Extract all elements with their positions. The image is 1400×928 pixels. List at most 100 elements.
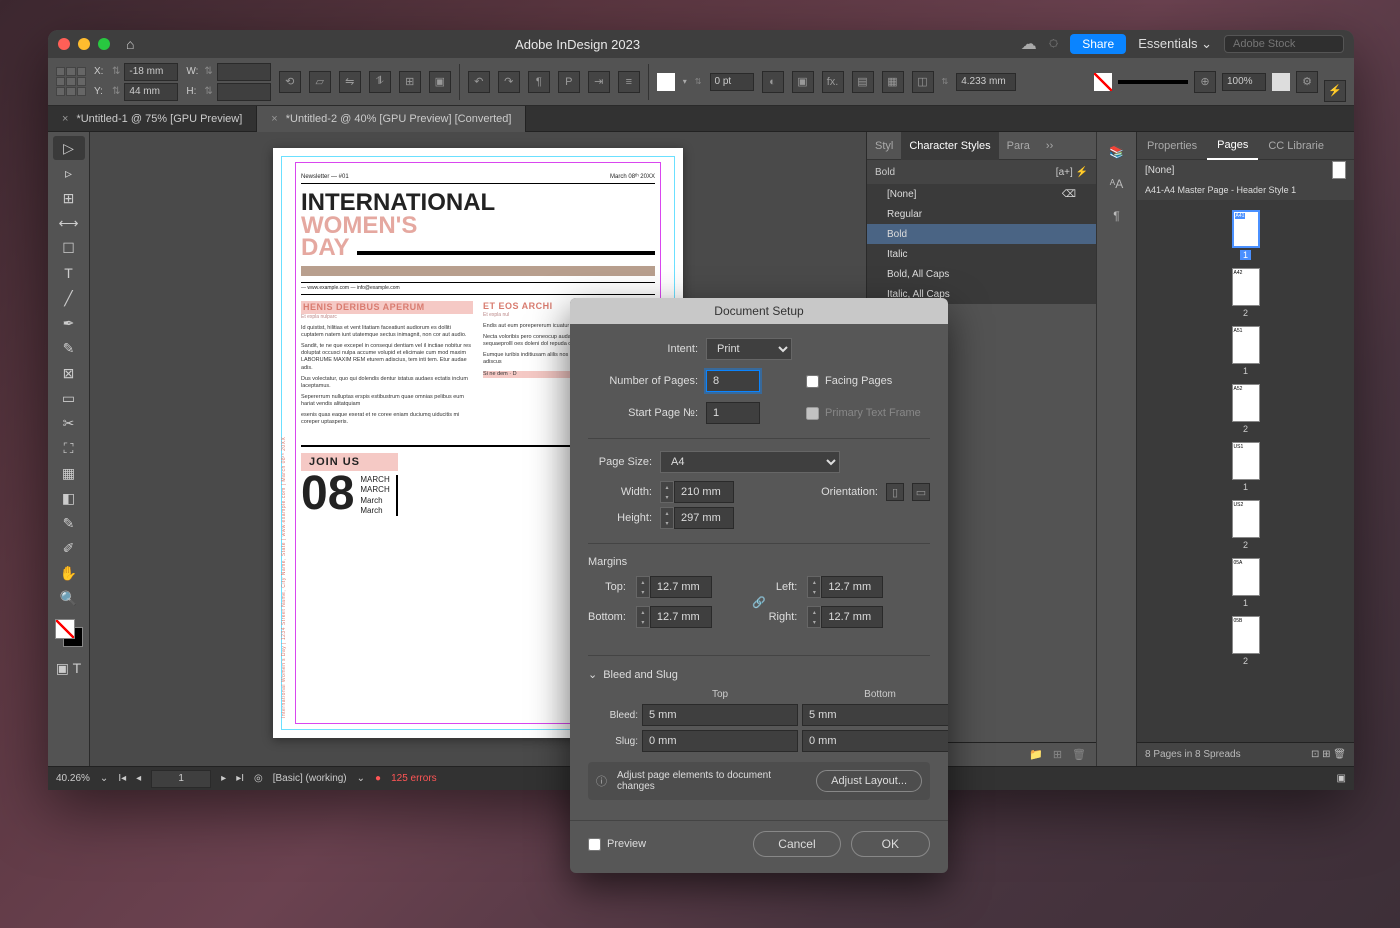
margin-bottom-stepper-icon[interactable]: ▴▾ [636,606,650,628]
quick-apply-icon[interactable]: ⚡ [1076,167,1088,178]
new-style-icon[interactable]: [a+] [1056,167,1073,178]
wrap-none-icon[interactable]: ▤ [852,71,874,93]
width-stepper-icon[interactable]: ▴▾ [660,481,674,503]
minimize-window-icon[interactable] [78,38,90,50]
num-pages-input[interactable] [706,370,760,392]
prev-page-icon[interactable]: ◂ [136,773,141,784]
selection-tool-icon[interactable]: ▷ [53,136,85,160]
help-icon[interactable]: ◌ [1049,35,1059,53]
wrap-object-icon[interactable]: ◫ [912,71,934,93]
content-collector-icon[interactable]: ☐ [53,236,85,260]
hand-tool-icon[interactable]: ✋ [53,561,85,585]
opacity-icon[interactable]: ◐ [762,71,784,93]
style-item[interactable]: [None]⌫ [867,184,1096,204]
stroke-weight-input[interactable] [710,73,754,91]
close-tab-icon[interactable]: × [271,113,277,125]
stroke-color-swatch[interactable] [1094,73,1112,91]
open-icon[interactable]: ◎ [254,773,263,784]
fx-icon[interactable]: fx. [822,71,844,93]
screen-mode-swatch[interactable] [1272,73,1290,91]
disclosure-icon[interactable]: ⌄ [588,668,597,681]
y-input[interactable] [124,83,178,101]
drop-shadow-icon[interactable]: ▣ [792,71,814,93]
width-input[interactable] [674,481,734,503]
page-number-input[interactable] [151,770,211,788]
rectangle-tool-icon[interactable]: ▭ [53,386,85,410]
settings-gear-icon[interactable]: ⚙ [1296,71,1318,93]
home-icon[interactable]: ⌂ [126,36,134,52]
page-thumb[interactable]: A511 [1145,326,1346,376]
story-icon[interactable]: ≡ [618,71,640,93]
page-thumb[interactable]: A422 [1145,268,1346,318]
tab-libraries[interactable]: CC Librarie [1258,132,1334,160]
preview-checkbox[interactable]: Preview [588,838,646,851]
page-thumb[interactable]: A522 [1145,384,1346,434]
style-item[interactable]: Italic [867,244,1096,264]
type-tool-icon[interactable]: T [53,261,85,285]
paragraph-icon[interactable]: ¶ [1103,202,1131,230]
delete-style-icon[interactable]: 🗑 [1072,748,1086,761]
undo-icon[interactable]: ↶ [468,71,490,93]
zoom-icon[interactable]: ⊕ [1194,71,1216,93]
library-icon[interactable]: 📚 [1103,138,1131,166]
zoom-level[interactable]: 40.26% [56,773,90,784]
pencil-tool-icon[interactable]: ✎ [53,336,85,360]
delete-page-icon[interactable]: 🗑 [1333,749,1346,760]
flip-h-icon[interactable]: ⇋ [339,71,361,93]
style-item[interactable]: Bold, All Caps [867,264,1096,284]
facing-pages-checkbox[interactable]: Facing Pages [806,375,892,388]
pen-tool-icon[interactable]: ✒ [53,311,85,335]
ok-button[interactable]: OK [851,831,930,857]
margin-top-input[interactable] [650,576,712,598]
slug-top-input[interactable] [642,730,798,752]
document-tab[interactable]: ×*Untitled-2 @ 40% [GPU Preview] [Conver… [257,106,526,132]
panel-overflow-icon[interactable]: ›› [1038,132,1061,160]
portrait-icon[interactable]: ▯ [886,483,904,501]
rectangle-frame-icon[interactable]: ⊠ [53,361,85,385]
primary-text-checkbox[interactable]: Primary Text Frame [806,407,921,420]
slug-bottom-input[interactable] [802,730,948,752]
page-thumb[interactable]: 05B2 [1145,616,1346,666]
zoom-input[interactable] [1222,73,1266,91]
bleed-bottom-input[interactable] [802,704,948,726]
fit-content-icon[interactable]: ⊞ [399,71,421,93]
bleed-top-input[interactable] [642,704,798,726]
free-transform-icon[interactable]: ⛶ [53,436,85,460]
tab-pages[interactable]: Pages [1207,132,1258,160]
cancel-button[interactable]: Cancel [753,831,840,857]
margin-left-input[interactable] [821,576,883,598]
y-stepper-icon[interactable]: ⇅ [112,86,120,97]
intent-select[interactable]: Print [706,338,792,360]
close-tab-icon[interactable]: × [62,113,68,125]
style-item[interactable]: Regular [867,204,1096,224]
w-stepper-icon[interactable]: ⇅ [204,66,212,77]
fill-dropdown-icon[interactable]: ▾ [683,77,687,86]
page-thumb[interactable]: A411 [1145,210,1346,260]
reference-point-icon[interactable] [56,67,86,97]
screen-mode-icon[interactable]: ▣ [1337,773,1346,784]
close-window-icon[interactable] [58,38,70,50]
tab-icon[interactable]: ⇥ [588,71,610,93]
page-thumb[interactable]: US22 [1145,500,1346,550]
auto-fit-icon[interactable]: ▣ [429,71,451,93]
first-page-icon[interactable]: I◂ [118,773,126,784]
height-input[interactable] [674,507,734,529]
margin-right-input[interactable] [821,606,883,628]
para-icon[interactable]: P [558,71,580,93]
direct-selection-tool-icon[interactable]: ▹ [53,161,85,185]
format-container-icon[interactable]: ▣ T [53,656,85,680]
gradient-swatch-icon[interactable]: ▦ [53,461,85,485]
master-none[interactable]: [None] [1137,160,1354,180]
maximize-window-icon[interactable] [98,38,110,50]
char-icon[interactable]: ¶ [528,71,550,93]
folder-icon[interactable]: 📁 [1029,748,1043,761]
margin-top-stepper-icon[interactable]: ▴▾ [636,576,650,598]
wrap-bound-icon[interactable]: ▦ [882,71,904,93]
preflight-profile[interactable]: [Basic] (working) [273,773,347,784]
preflight-dropdown-icon[interactable]: ⌄ [357,773,365,784]
fill-stroke-icon[interactable] [53,617,85,649]
cloud-sync-icon[interactable]: ☁ [1021,34,1037,54]
height-stepper-icon[interactable]: ▴▾ [660,507,674,529]
workspace-switcher[interactable]: Essentials ⌄ [1138,36,1212,52]
landscape-icon[interactable]: ▭ [912,483,930,501]
